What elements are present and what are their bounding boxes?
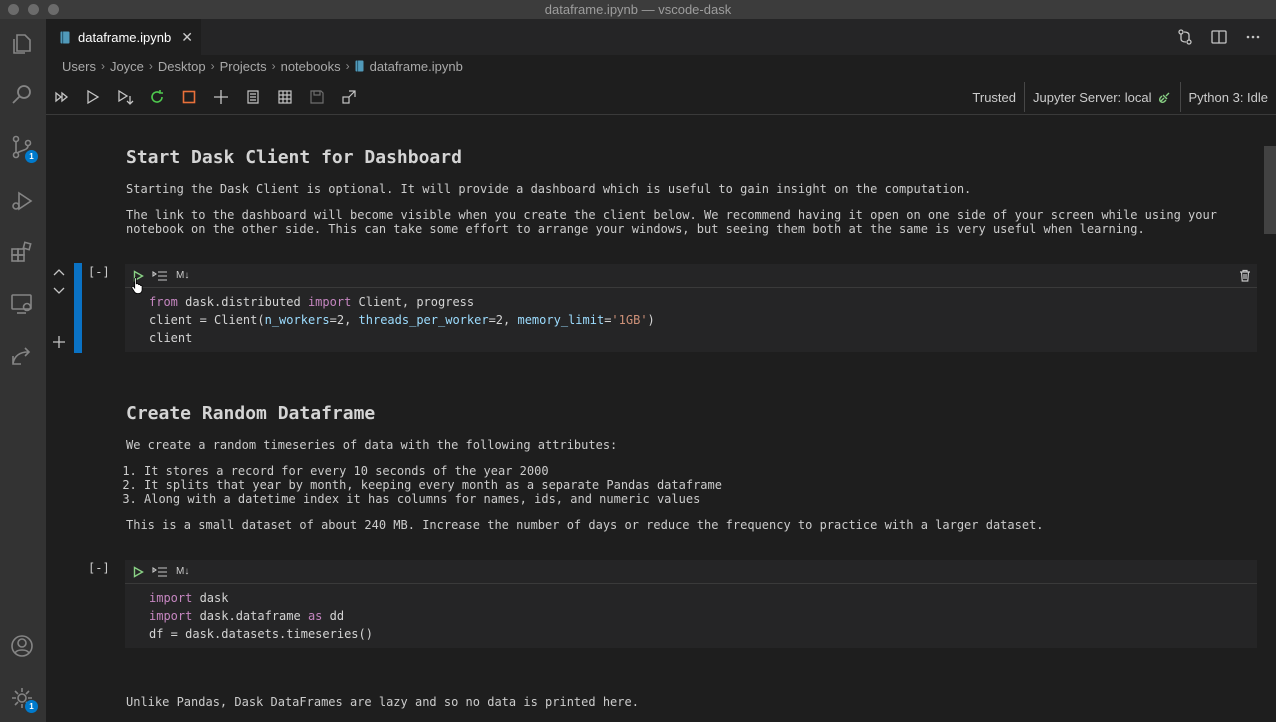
markdown-paragraph: We create a random timeseries of data wi… <box>126 438 618 452</box>
breadcrumb-separator: › <box>271 59 276 73</box>
hand-cursor-icon <box>131 277 143 294</box>
run-below-icon[interactable] <box>116 88 134 106</box>
run-debug-icon[interactable] <box>9 188 35 214</box>
markdown-heading: Create Random Dataframe <box>126 403 376 424</box>
code-line: client = Client(n_workers=2, threads_per… <box>149 313 655 327</box>
insert-cell-below-icon[interactable] <box>52 335 66 349</box>
code-cell[interactable]: M↓ import dask import dask.dataframe as d… <box>125 560 1257 648</box>
jupyter-server-label: Jupyter Server: local <box>1033 89 1152 105</box>
code-line: from dask.distributed import Client, pro… <box>149 295 475 309</box>
vertical-scrollbar[interactable] <box>1264 146 1276 234</box>
tab-label: dataframe.ipynb <box>78 29 172 45</box>
extensions-icon[interactable] <box>9 239 35 265</box>
server-connected-icon <box>1158 92 1169 104</box>
execution-count: [-] <box>88 265 110 279</box>
breadcrumb-separator: › <box>100 59 105 73</box>
notebook-file-icon <box>355 60 364 72</box>
run-cell-icon[interactable] <box>84 88 102 106</box>
list-item: It splits that year by month, keeping ev… <box>144 478 722 492</box>
accounts-icon[interactable] <box>9 633 35 659</box>
markdown-ordered-list: It stores a record for every 10 seconds … <box>144 464 722 506</box>
code-line: df = dask.datasets.timeseries() <box>149 627 373 641</box>
breadcrumb-item-joyce[interactable]: Joyce <box>110 59 144 74</box>
window-title: dataframe.ipynb — vscode-dask <box>544 2 732 17</box>
remote-explorer-icon[interactable] <box>9 291 35 317</box>
markdown-paragraph: The link to the dashboard will become vi… <box>126 208 1217 222</box>
editor-tab-bar: dataframe.ipynb ✕ <box>46 19 1276 55</box>
add-cell-icon[interactable] <box>212 88 230 106</box>
breadcrumb-item-desktop[interactable]: Desktop <box>158 59 206 74</box>
run-all-cells-icon[interactable] <box>53 88 71 106</box>
run-by-line-icon[interactable] <box>152 566 168 578</box>
breadcrumb-file-label: dataframe.ipynb <box>369 58 463 74</box>
run-by-line-icon[interactable] <box>152 270 168 282</box>
interrupt-kernel-icon[interactable] <box>180 88 198 106</box>
source-control-badge: 1 <box>25 150 38 163</box>
code-line: import dask <box>149 591 229 605</box>
restart-kernel-icon[interactable] <box>148 88 166 106</box>
breadcrumb-separator: › <box>148 59 153 73</box>
trusted-indicator[interactable]: Trusted <box>964 82 1024 112</box>
notebook-editor: Start Dask Client for Dashboard Starting… <box>46 116 1276 722</box>
list-item: Along with a datetime index it has colum… <box>144 492 722 506</box>
markdown-heading: Start Dask Client for Dashboard <box>126 147 462 168</box>
change-to-markdown-label[interactable]: M↓ <box>176 566 189 577</box>
delete-cell-icon[interactable] <box>1239 269 1251 282</box>
open-changes-icon[interactable] <box>1176 28 1194 46</box>
cell-source[interactable]: import dask import dask.dataframe as dd df… <box>125 584 1257 643</box>
markdown-paragraph: notebook on the other side. This can tak… <box>126 222 1145 236</box>
breadcrumb-item-file[interactable]: dataframe.ipynb <box>355 59 463 74</box>
breadcrumb-separator: › <box>210 59 215 73</box>
code-line: client <box>149 331 193 345</box>
window-titlebar: dataframe.ipynb — vscode-dask <box>0 0 1276 19</box>
notebook-toolbar: Trusted Jupyter Server: local Python 3: … <box>46 79 1276 115</box>
breadcrumb-item-users[interactable]: Users <box>62 59 96 74</box>
code-cell[interactable]: M↓ from dask.distributed import Client, … <box>125 264 1257 352</box>
list-item: It stores a record for every 10 seconds … <box>144 464 722 478</box>
move-cell-up-icon[interactable] <box>52 265 66 279</box>
settings-badge: 1 <box>25 700 38 713</box>
markdown-paragraph: Unlike Pandas, Dask DataFrames are lazy … <box>126 695 639 709</box>
clear-outputs-icon[interactable] <box>244 88 262 106</box>
breadcrumb-separator: › <box>345 59 350 73</box>
breadcrumb: Users › Joyce › Desktop › Projects › not… <box>46 55 1276 77</box>
kernel-status-area: Trusted Jupyter Server: local Python 3: … <box>964 79 1276 115</box>
tab-close-icon[interactable]: ✕ <box>181 29 193 46</box>
kernel-status[interactable]: Python 3: Idle <box>1181 82 1276 112</box>
breadcrumb-item-notebooks[interactable]: notebooks <box>281 59 341 74</box>
code-line: import dask.dataframe as dd <box>149 609 345 623</box>
move-cell-down-icon[interactable] <box>52 284 66 298</box>
save-icon[interactable] <box>308 88 326 106</box>
activity-bar: 1 1 <box>0 19 46 722</box>
explorer-icon[interactable] <box>9 31 35 57</box>
editor-actions <box>1176 28 1262 46</box>
markdown-paragraph: Starting the Dask Client is optional. It… <box>126 182 972 196</box>
more-actions-icon[interactable] <box>1244 28 1262 46</box>
run-cell-play-icon[interactable] <box>132 565 144 578</box>
split-editor-icon[interactable] <box>1210 28 1228 46</box>
cell-focus-indicator <box>74 263 82 353</box>
cell-source[interactable]: from dask.distributed import Client, pro… <box>125 288 1257 347</box>
variables-icon[interactable] <box>276 88 294 106</box>
live-share-icon[interactable] <box>9 343 35 369</box>
execution-count: [-] <box>88 561 110 575</box>
cell-toolbar: M↓ <box>125 264 1257 288</box>
breadcrumb-item-projects[interactable]: Projects <box>220 59 267 74</box>
search-icon[interactable] <box>9 82 35 108</box>
notebook-file-icon <box>60 31 70 43</box>
tab-dataframe-ipynb[interactable]: dataframe.ipynb ✕ <box>46 19 201 55</box>
change-to-markdown-label[interactable]: M↓ <box>176 270 189 281</box>
export-icon[interactable] <box>340 88 358 106</box>
jupyter-server-status[interactable]: Jupyter Server: local <box>1025 82 1180 112</box>
cell-toolbar: M↓ <box>125 560 1257 584</box>
markdown-paragraph: This is a small dataset of about 240 MB.… <box>126 518 1044 532</box>
